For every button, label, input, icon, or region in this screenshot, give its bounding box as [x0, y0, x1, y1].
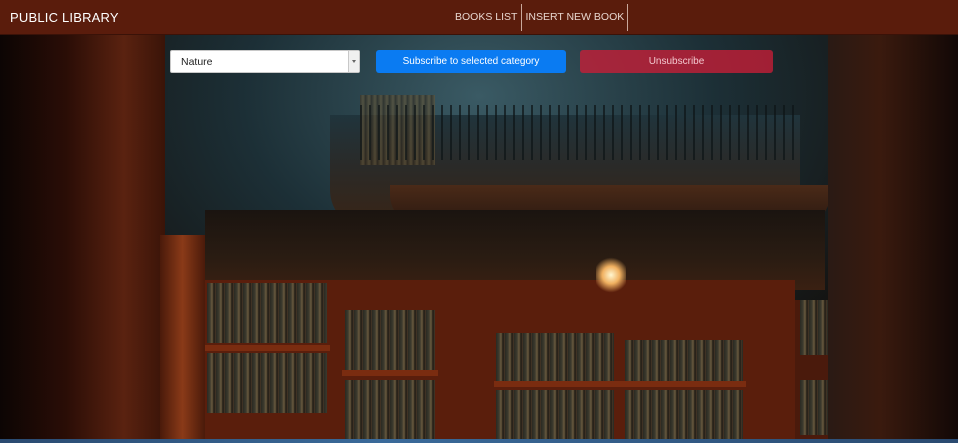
chevron-down-icon[interactable] — [348, 51, 359, 72]
bg-right-panel — [828, 35, 958, 443]
bg-books — [345, 310, 435, 370]
bg-books — [496, 390, 614, 440]
bg-books — [625, 390, 743, 440]
subscribe-button[interactable]: Subscribe to selected category — [376, 50, 566, 73]
navbar: PUBLIC LIBRARY BOOKS LIST INSERT NEW BOO… — [0, 0, 958, 35]
bg-cornice — [205, 210, 825, 290]
bg-shelf-board — [342, 370, 438, 376]
library-background-image — [0, 35, 958, 443]
bg-books — [345, 380, 435, 440]
bg-books — [207, 283, 327, 343]
nav-link-books-list[interactable]: BOOKS LIST — [452, 4, 521, 31]
bg-lamp — [596, 255, 626, 295]
bg-shelf-board — [494, 381, 746, 387]
nav-link-insert-new-book[interactable]: INSERT NEW BOOK — [522, 4, 627, 31]
bg-railing — [360, 105, 800, 160]
bg-pillar — [160, 235, 205, 443]
unsubscribe-button[interactable]: Unsubscribe — [580, 50, 773, 73]
bg-books — [625, 340, 743, 382]
bg-shelf-board — [205, 345, 330, 351]
bg-books — [496, 333, 614, 381]
bg-left-panel — [0, 35, 165, 443]
category-select[interactable]: Nature — [170, 50, 360, 73]
nav-divider — [627, 4, 629, 31]
category-select-value: Nature — [181, 56, 213, 68]
bg-books — [207, 353, 327, 413]
nav-links: BOOKS LIST INSERT NEW BOOK — [452, 4, 629, 31]
brand-link[interactable]: PUBLIC LIBRARY — [10, 10, 119, 25]
page-bottom-edge — [0, 439, 958, 443]
